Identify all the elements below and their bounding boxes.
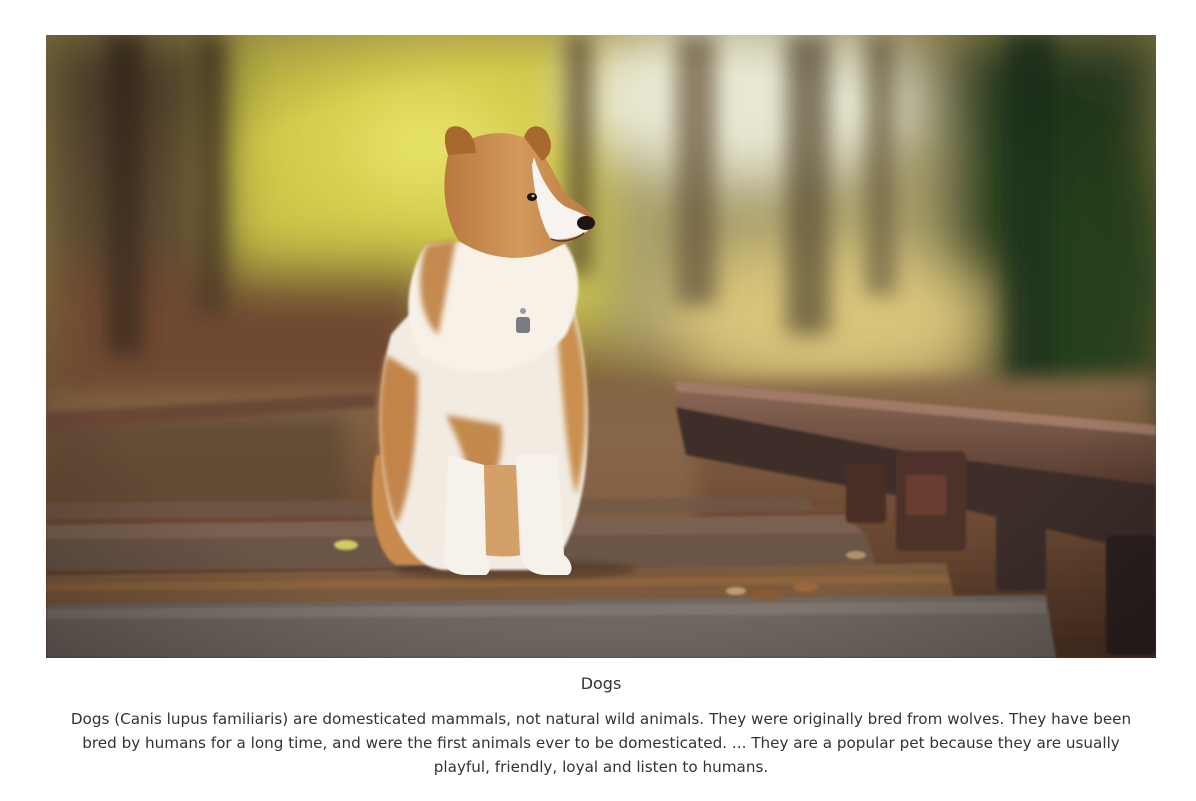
photo-title: Dogs <box>580 674 622 693</box>
photo-description: Dogs (Canis lupus familiaris) are domest… <box>70 710 1132 776</box>
gallery-card: Dogs Dogs (Canis lupus familiaris) are d… <box>46 35 1156 779</box>
dog-photo <box>46 35 1156 658</box>
